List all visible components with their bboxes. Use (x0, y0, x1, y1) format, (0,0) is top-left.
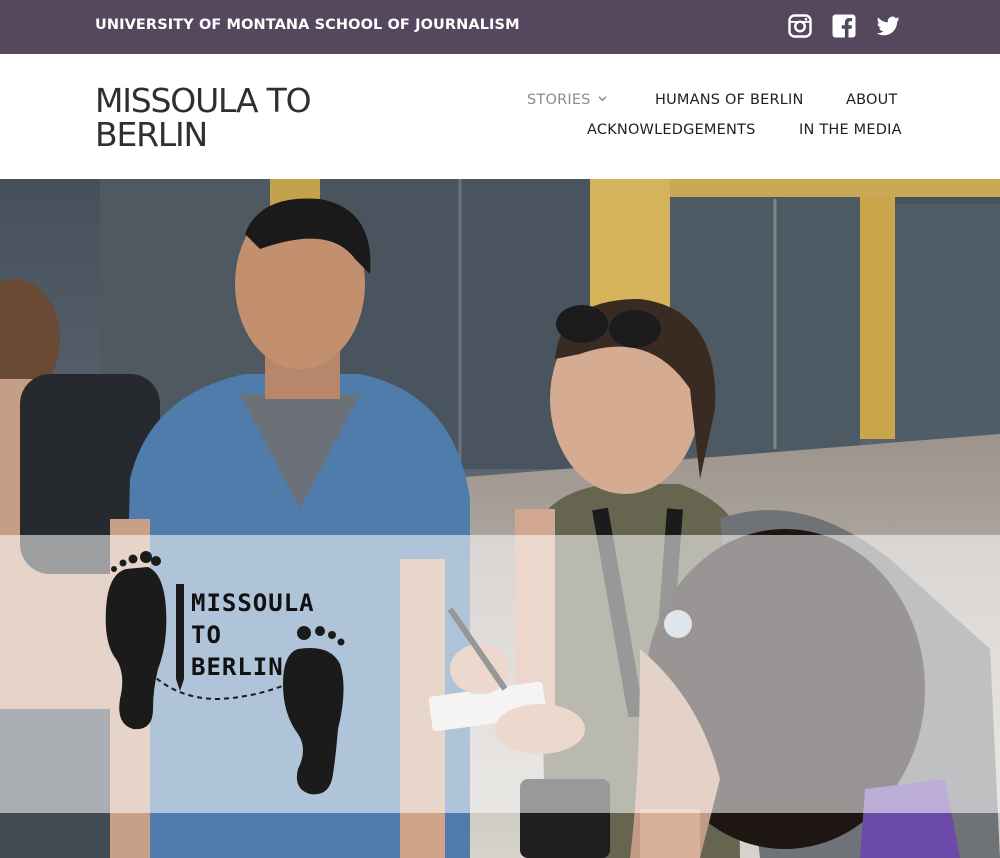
nav-in-the-media[interactable]: IN THE MEDIA (799, 122, 902, 138)
nav-acknowledgements[interactable]: ACKNOWLEDGEMENTS (587, 122, 755, 138)
instagram-icon[interactable] (788, 13, 812, 39)
social-links (788, 13, 900, 39)
twitter-icon[interactable] (876, 13, 900, 39)
site-title[interactable]: MISSOULA TO BERLIN (95, 84, 375, 152)
nav-stories-label: STORIES (527, 92, 591, 108)
nav-stories[interactable]: STORIES (527, 92, 607, 108)
logo-text-line-1: MISSOULA (191, 589, 315, 617)
nav-humans-of-berlin[interactable]: HUMANS OF BERLIN (655, 92, 804, 108)
chevron-down-icon (597, 96, 607, 102)
school-name[interactable]: UNIVERSITY OF MONTANA SCHOOL OF JOURNALI… (95, 17, 520, 33)
logo-text-line-3: BERLIN (191, 653, 284, 681)
logo-text-line-2: TO (191, 621, 222, 649)
top-bar: UNIVERSITY OF MONTANA SCHOOL OF JOURNALI… (0, 0, 1000, 54)
nav-about[interactable]: ABOUT (846, 92, 898, 108)
facebook-icon[interactable] (832, 13, 856, 39)
site-header: MISSOULA TO BERLIN STORIES HUMANS OF BER… (0, 54, 1000, 179)
hero-banner: MISSOULA TO BERLIN (0, 179, 1000, 858)
